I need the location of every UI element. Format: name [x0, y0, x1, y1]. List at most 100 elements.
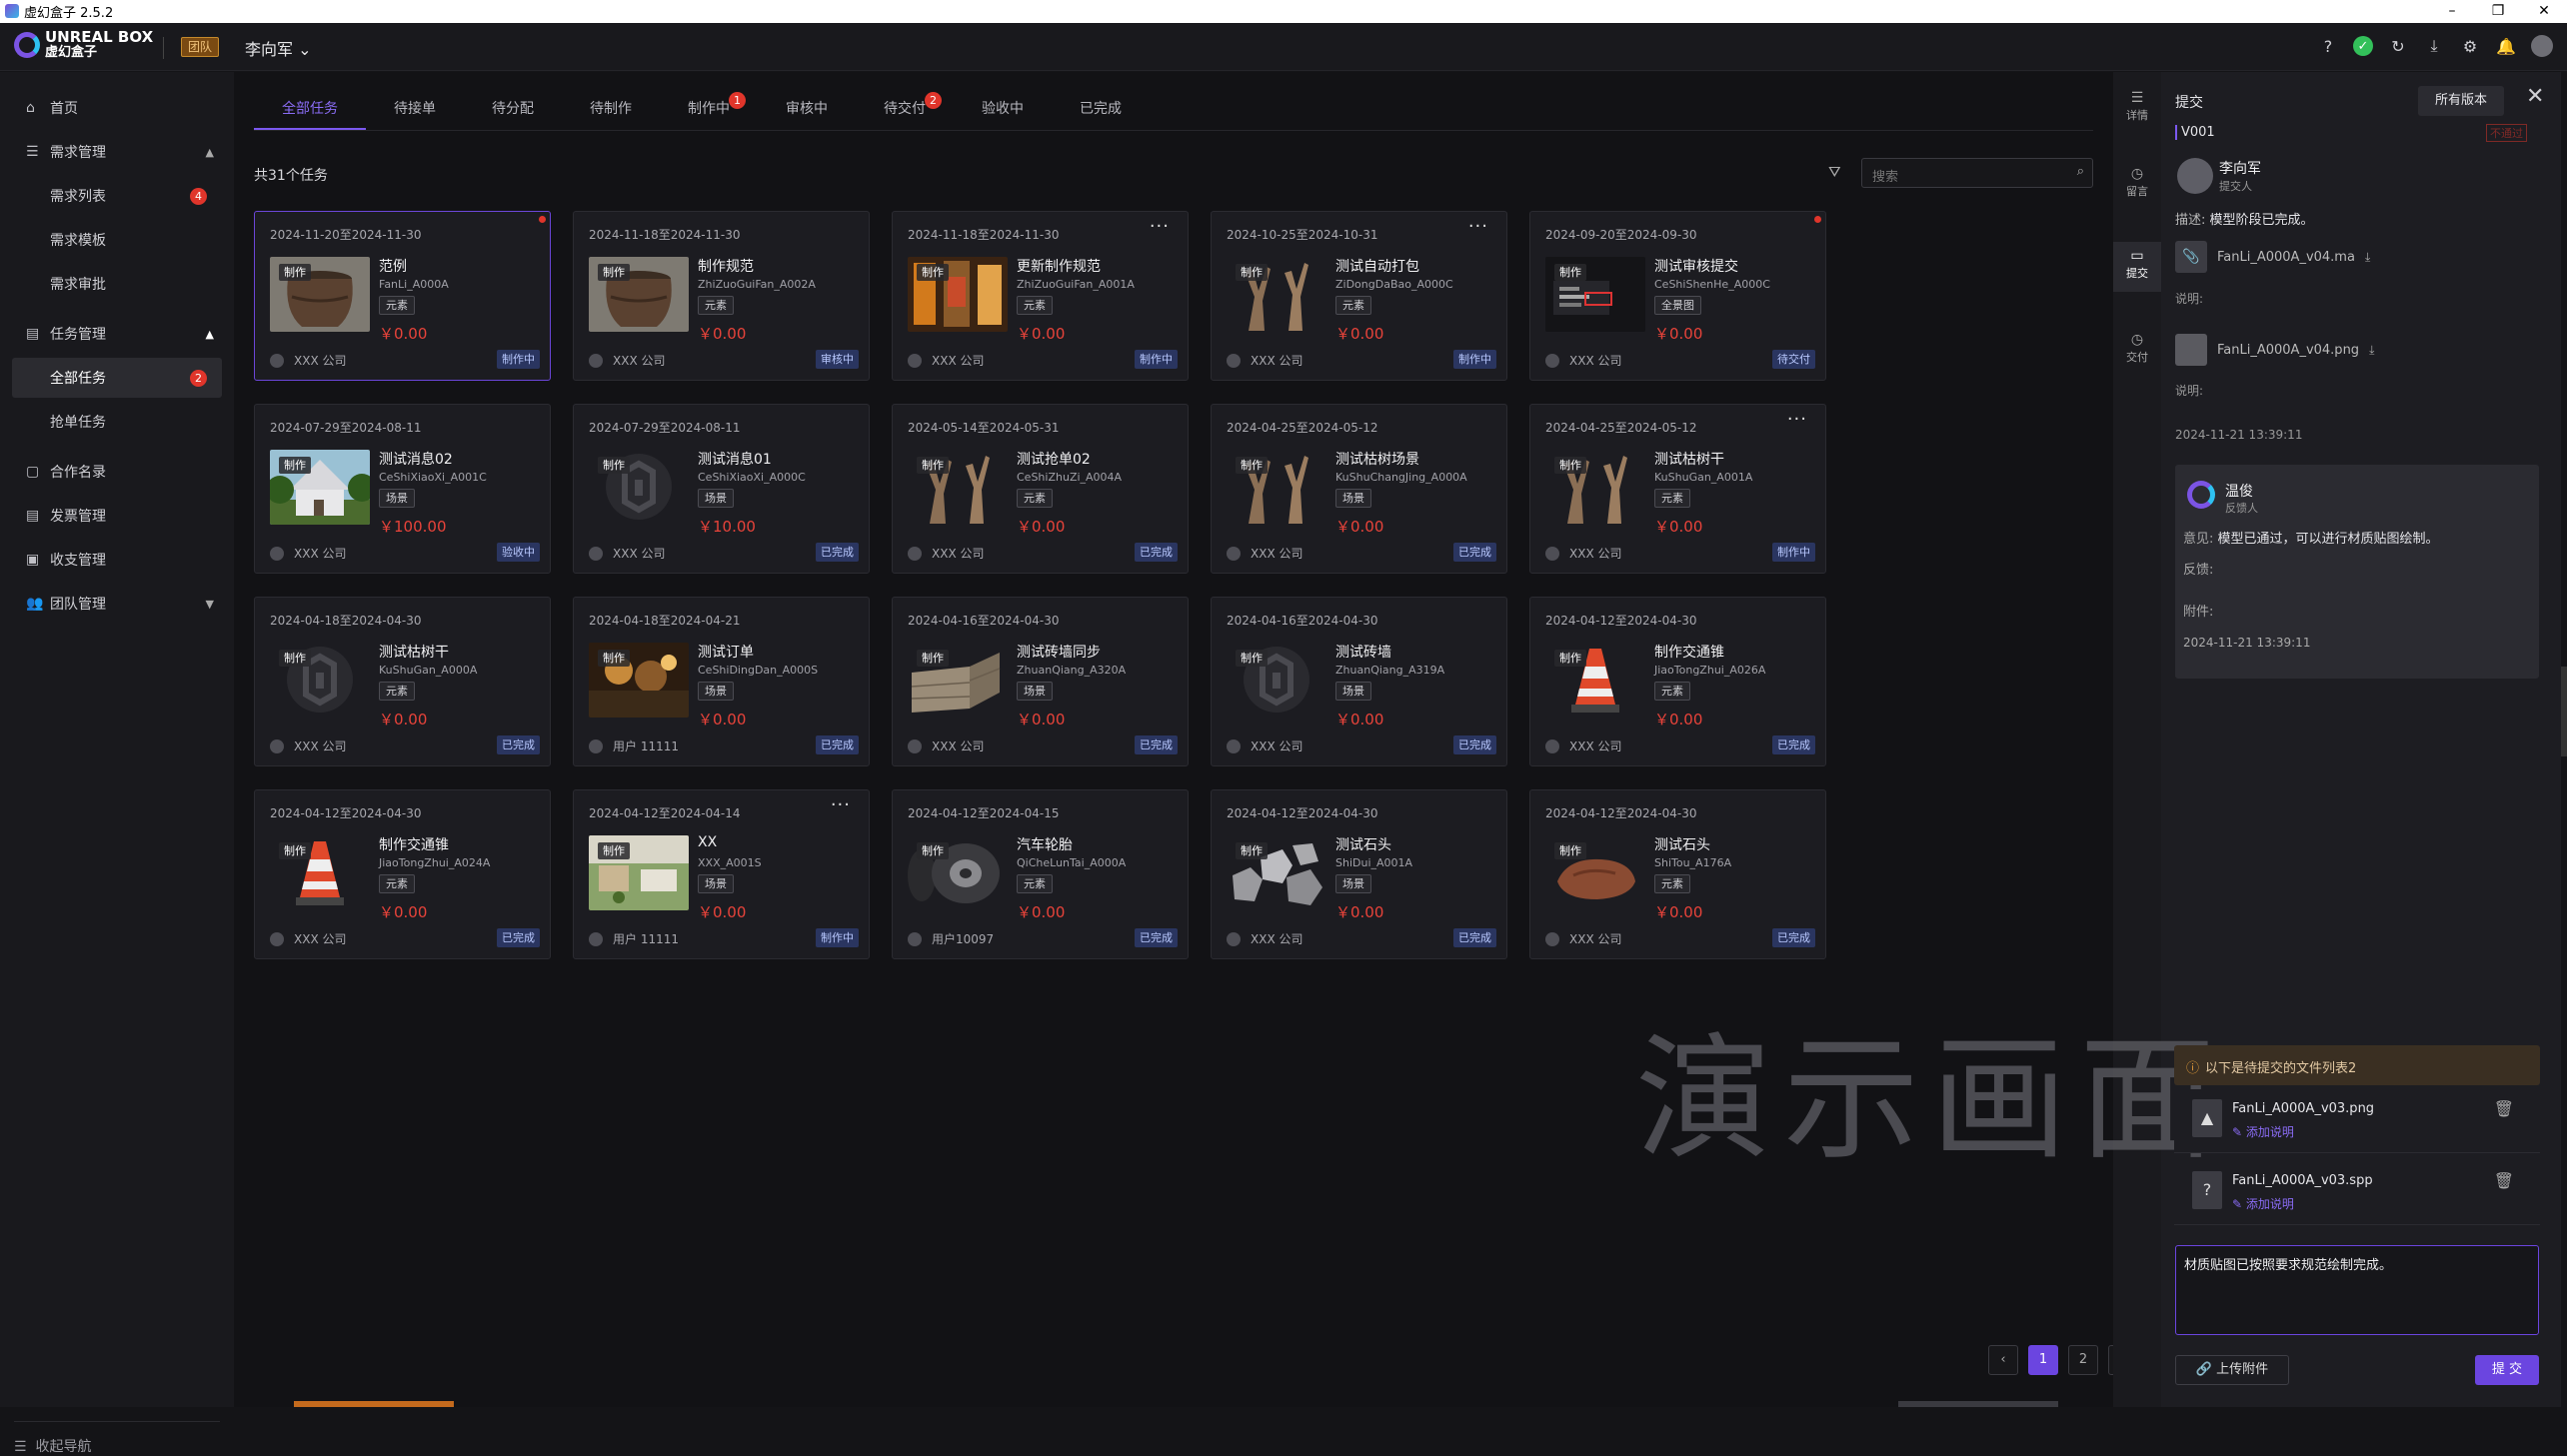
submit-button[interactable]: 提 交 — [2475, 1355, 2539, 1385]
rail-detail[interactable]: ☰ 详情 — [2113, 86, 2161, 130]
rail-message[interactable]: ◷ 留言 — [2113, 162, 2161, 206]
status-ok-icon[interactable]: ✓ — [2353, 36, 2373, 56]
file-name: FanLi_A000A_v03.spp — [2232, 1173, 2373, 1188]
sidebar-item-home[interactable]: ⌂ 首页 — [0, 88, 234, 128]
tab-5[interactable]: 审核中 — [758, 92, 856, 130]
sidebar-item-demand-approval[interactable]: 需求审批 — [0, 264, 234, 304]
app-logo[interactable]: UNREAL BOX 虚幻盒子 — [14, 30, 153, 60]
tab-7[interactable]: 验收中 — [954, 92, 1052, 130]
window-titlebar: 虚幻盒子 2.5.2 – ❐ ✕ — [0, 0, 2567, 23]
task-card[interactable]: 2024-04-25至2024-05-12 制作 测试枯树场景 KuShuChangJ… — [1211, 404, 1507, 574]
close-icon[interactable]: ✕ — [2526, 84, 2544, 109]
task-card[interactable]: 2024-04-16至2024-04-30 制作 测试砖墙 ZhuanQiang_A3… — [1211, 597, 1507, 766]
task-card[interactable]: 2024-09-20至2024-09-30 制作 测试审核提交 CeShiShenHe… — [1529, 211, 1826, 381]
sidebar-item-grab-tasks[interactable]: 抢单任务 — [0, 402, 234, 442]
tab-2[interactable]: 待分配 — [464, 92, 562, 130]
tab-0[interactable]: 全部任务 — [254, 92, 366, 130]
page-1-button[interactable]: 1 — [2028, 1345, 2058, 1375]
gear-icon[interactable]: ⚙ — [2459, 35, 2481, 57]
date-range: 2024-04-12至2024-04-30 — [1545, 614, 1697, 628]
sidebar-item-team[interactable]: 👥 团队管理 ▼ — [0, 584, 234, 624]
team-switcher[interactable]: 李向军 ⌄ — [245, 36, 312, 60]
scroll-thumb[interactable] — [2561, 667, 2567, 756]
search-input[interactable]: 搜索 ⌕ — [1861, 158, 2093, 188]
rail-submit[interactable]: ▭ 提交 — [2113, 242, 2161, 292]
date-range: 2024-04-12至2024-04-14 — [589, 806, 741, 820]
close-window-button[interactable]: ✕ — [2521, 0, 2567, 23]
minimize-button[interactable]: – — [2429, 0, 2475, 23]
vertical-scrollbar[interactable] — [2561, 72, 2567, 1407]
task-card[interactable]: 2024-04-12至2024-04-30 制作 测试石头 ShiTou_A176A 元… — [1529, 789, 1826, 959]
owner-avatar — [908, 546, 922, 561]
task-card[interactable]: 2024-10-25至2024-10-31 ··· 制作 测试自动打包 ZiDongDa… — [1211, 211, 1507, 381]
maximize-button[interactable]: ❐ — [2475, 0, 2521, 23]
collapse-nav-button[interactable]: ☰ 收起导航 — [14, 1421, 220, 1456]
task-owner: XXX 公司 — [270, 737, 346, 754]
sidebar-item-invoices[interactable]: ▤ 发票管理 — [0, 496, 234, 536]
tab-8[interactable]: 已完成 — [1052, 92, 1150, 130]
more-options-icon[interactable]: ··· — [1150, 216, 1170, 237]
refresh-icon[interactable]: ↻ — [2387, 35, 2409, 57]
pending-files-notice: ⓘ 以下是待提交的文件列表2 — [2174, 1045, 2540, 1085]
task-card[interactable]: 2024-04-25至2024-05-12 ··· 制作 测试枯树干 KuShuGan_… — [1529, 404, 1826, 574]
horizontal-scrollbar-track[interactable] — [1898, 1401, 2058, 1407]
tab-4[interactable]: 制作中 1 — [660, 92, 758, 130]
more-options-icon[interactable]: ··· — [831, 794, 851, 815]
unknown-file-icon: ? — [2192, 1171, 2222, 1209]
owner-avatar — [589, 353, 603, 368]
avatar[interactable] — [2531, 35, 2553, 57]
help-icon[interactable]: ? — [2317, 35, 2339, 57]
task-card[interactable]: 2024-11-20至2024-11-30 制作 范例 FanLi_A000A 元素 ￥0… — [254, 211, 551, 381]
download-icon[interactable]: ⤓ — [2423, 35, 2445, 57]
tab-1[interactable]: 待接单 — [366, 92, 464, 130]
trash-icon[interactable]: 🗑 — [2494, 1099, 2514, 1118]
all-versions-button[interactable]: 所有版本 — [2418, 86, 2504, 116]
sidebar-item-task[interactable]: ▤ 任务管理 ▲ — [0, 314, 234, 354]
comment-textarea[interactable]: 材质贴图已按照要求规范绘制完成。 — [2175, 1245, 2539, 1335]
sidebar-item-all-tasks[interactable]: 全部任务 2 — [12, 358, 222, 398]
sidebar-item-payments[interactable]: ▣ 收支管理 — [0, 540, 234, 580]
trash-icon[interactable]: 🗑 — [2494, 1171, 2514, 1190]
task-card[interactable]: 2024-11-18至2024-11-30 ··· 制作 更新制作规范 ZhiZuoGu… — [892, 211, 1189, 381]
task-tag: 制作 — [1554, 457, 1586, 474]
attachment-file[interactable]: FanLi_A000A_v04.png ⤓ — [2175, 331, 2374, 369]
more-options-icon[interactable]: ··· — [1787, 409, 1807, 430]
rail-deliver[interactable]: ◷ 交付 — [2113, 328, 2161, 372]
task-card[interactable]: 2024-04-12至2024-04-30 制作 测试石头 ShiDui_A001A 场… — [1211, 789, 1507, 959]
download-icon[interactable]: ⤓ — [2369, 343, 2374, 358]
task-card[interactable]: 2024-04-16至2024-04-30 制作 测试砖墙同步 ZhuanQiang_… — [892, 597, 1189, 766]
sidebar-item-demand[interactable]: ☰ 需求管理 ▲ — [0, 132, 234, 172]
invoice-icon: ▤ — [26, 508, 40, 524]
filter-icon[interactable]: ⛛ — [1828, 163, 1841, 181]
bell-icon[interactable]: 🔔 — [2495, 35, 2517, 57]
sidebar-item-demand-list[interactable]: 需求列表 4 — [0, 176, 234, 216]
sidebar-item-contracts[interactable]: ▢ 合作名录 — [0, 452, 234, 492]
file-name: FanLi_A000A_v03.png — [2232, 1101, 2375, 1116]
task-card[interactable]: 2024-07-29至2024-08-11 制作 测试消息01 CeShiXiaoXi… — [573, 404, 870, 574]
upload-attachment-button[interactable]: 🔗 上传附件 — [2175, 1355, 2289, 1385]
tab-6[interactable]: 待交付 2 — [856, 92, 954, 130]
page-2-button[interactable]: 2 — [2068, 1345, 2098, 1375]
add-note-link[interactable]: ✎ 添加说明 — [2232, 1123, 2294, 1140]
horizontal-scrollbar[interactable] — [294, 1401, 454, 1407]
more-options-icon[interactable]: ··· — [1468, 216, 1488, 237]
task-card[interactable]: 2024-04-12至2024-04-15 制作 汽车轮胎 QiCheLunTai_A… — [892, 789, 1189, 959]
tab-3[interactable]: 待制作 — [562, 92, 660, 130]
task-card[interactable]: 2024-04-12至2024-04-14 ··· 制作 XX XXX_A001S 场景 ￥… — [573, 789, 870, 959]
download-icon[interactable]: ⤓ — [2365, 250, 2370, 265]
add-note-link[interactable]: ✎ 添加说明 — [2232, 1195, 2294, 1212]
search-icon[interactable]: ⌕ — [2077, 164, 2084, 179]
logo-text-cn: 虚幻盒子 — [45, 45, 98, 60]
task-card[interactable]: 2024-04-12至2024-04-30 制作 制作交通锥 JiaoTongZhui… — [1529, 597, 1826, 766]
task-card[interactable]: 2024-07-29至2024-08-11 制作 测试消息02 CeShiXiaoXi… — [254, 404, 551, 574]
task-card[interactable]: 2024-04-18至2024-04-30 制作 测试枯树干 KuShuGan_A00… — [254, 597, 551, 766]
task-card[interactable]: 2024-04-12至2024-04-30 制作 制作交通锥 JiaoTongZhui… — [254, 789, 551, 959]
task-card[interactable]: 2024-05-14至2024-05-31 制作 测试抢单02 CeShiZhuZi_… — [892, 404, 1189, 574]
tab-label: 验收中 — [982, 101, 1024, 117]
sidebar-item-demand-template[interactable]: 需求模板 — [0, 220, 234, 260]
attachment-file[interactable]: 📎 FanLi_A000A_v04.ma ⤓ — [2175, 238, 2370, 276]
task-card[interactable]: 2024-04-18至2024-04-21 制作 测试订单 CeShiDingDan_… — [573, 597, 870, 766]
task-card[interactable]: 2024-11-18至2024-11-30 制作 制作规范 ZhiZuoGuiFan_… — [573, 211, 870, 381]
task-price: ￥0.00 — [1017, 325, 1066, 343]
prev-page-button[interactable]: ‹ — [1988, 1345, 2018, 1375]
